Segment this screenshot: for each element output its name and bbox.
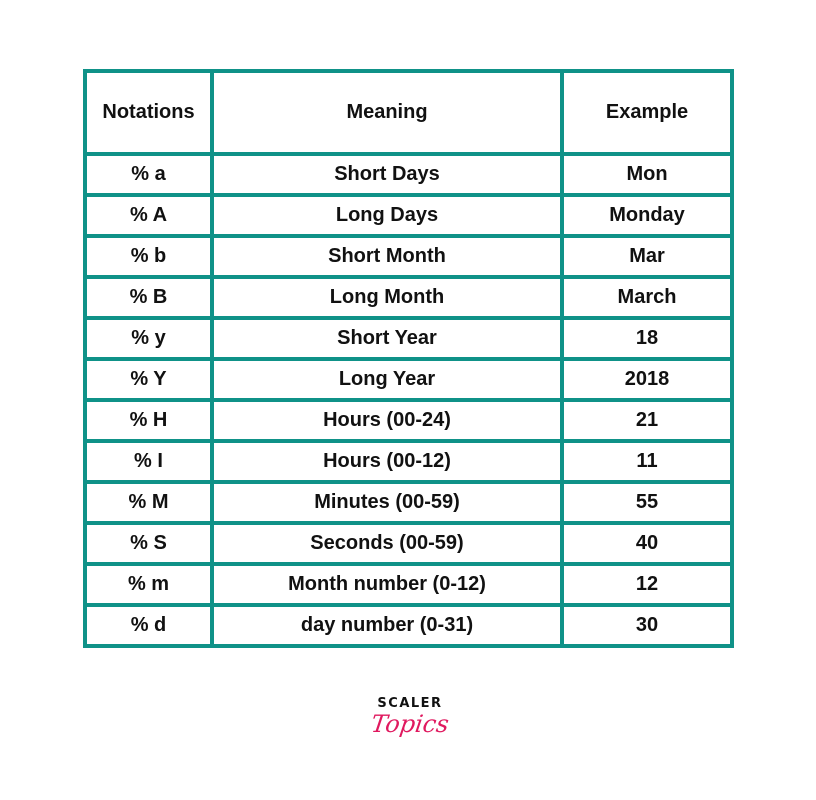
example-cell: Mon [560, 152, 734, 197]
header-notations: Notations [83, 69, 214, 156]
table-row: % m Month number (0-12) 12 [83, 562, 734, 607]
example-cell: 11 [560, 439, 734, 484]
notation-cell: % d [83, 603, 214, 648]
meaning-cell: Minutes (00-59) [210, 480, 564, 525]
table-row: % B Long Month March [83, 275, 734, 320]
meaning-cell: Short Year [210, 316, 564, 361]
table-row: % a Short Days Mon [83, 152, 734, 197]
example-cell: 55 [560, 480, 734, 525]
header-example: Example [560, 69, 734, 156]
table-row: % S Seconds (00-59) 40 [83, 521, 734, 566]
example-cell: 21 [560, 398, 734, 443]
example-cell: 2018 [560, 357, 734, 402]
table-row: % A Long Days Monday [83, 193, 734, 238]
table-row: % b Short Month Mar [83, 234, 734, 279]
table-row: % d day number (0-31) 30 [83, 603, 734, 648]
meaning-cell: day number (0-31) [210, 603, 564, 648]
example-cell: Mar [560, 234, 734, 279]
table-row: % I Hours (00-12) 11 [83, 439, 734, 484]
notation-cell: % I [83, 439, 214, 484]
table-row: % Y Long Year 2018 [83, 357, 734, 402]
meaning-cell: Long Year [210, 357, 564, 402]
notation-cell: % Y [83, 357, 214, 402]
notation-cell: % a [83, 152, 214, 197]
notation-cell: % y [83, 316, 214, 361]
example-cell: March [560, 275, 734, 320]
scaler-topics-logo: SCALER Topics [369, 696, 451, 758]
header-meaning: Meaning [210, 69, 564, 156]
table-body: % a Short Days Mon % A Long Days Mon day … [83, 152, 734, 648]
notation-cell: % m [83, 562, 214, 607]
example-cell: 40 [560, 521, 734, 566]
notation-cell: % A [83, 193, 214, 238]
example-cell: 18 [560, 316, 734, 361]
notation-cell: % H [83, 398, 214, 443]
meaning-cell: Seconds (00-59) [210, 521, 564, 566]
table-header-row: Notations Meaning Example [83, 69, 734, 156]
example-cell: Monday [560, 193, 734, 238]
meaning-cell: Month number (0-12) [210, 562, 564, 607]
example-cell: 12 [560, 562, 734, 607]
notation-cell: % b [83, 234, 214, 279]
table-row: % M Minutes (00-59) 55 [83, 480, 734, 525]
meaning-cell: Long Month [210, 275, 564, 320]
meaning-cell: Hours (00-24) [210, 398, 564, 443]
notation-cell: % B [83, 275, 214, 320]
table-row: % H Hours (00-24) 21 [83, 398, 734, 443]
meaning-cell: Hours (00-12) [210, 439, 564, 484]
meaning-cell: Long Days [210, 193, 564, 238]
notation-cell: % S [83, 521, 214, 566]
logo-wordmark-topics: Topics [369, 710, 451, 738]
notation-cell: % M [83, 480, 214, 525]
notation-table-container: Notations Meaning Example % a Short Days… [83, 69, 734, 648]
notation-table: Notations Meaning Example % a Short Days… [83, 69, 734, 648]
table-row: % y Short Year 18 [83, 316, 734, 361]
meaning-cell: Short Days [210, 152, 564, 197]
example-cell: 30 [560, 603, 734, 648]
meaning-cell: Short Month [210, 234, 564, 279]
